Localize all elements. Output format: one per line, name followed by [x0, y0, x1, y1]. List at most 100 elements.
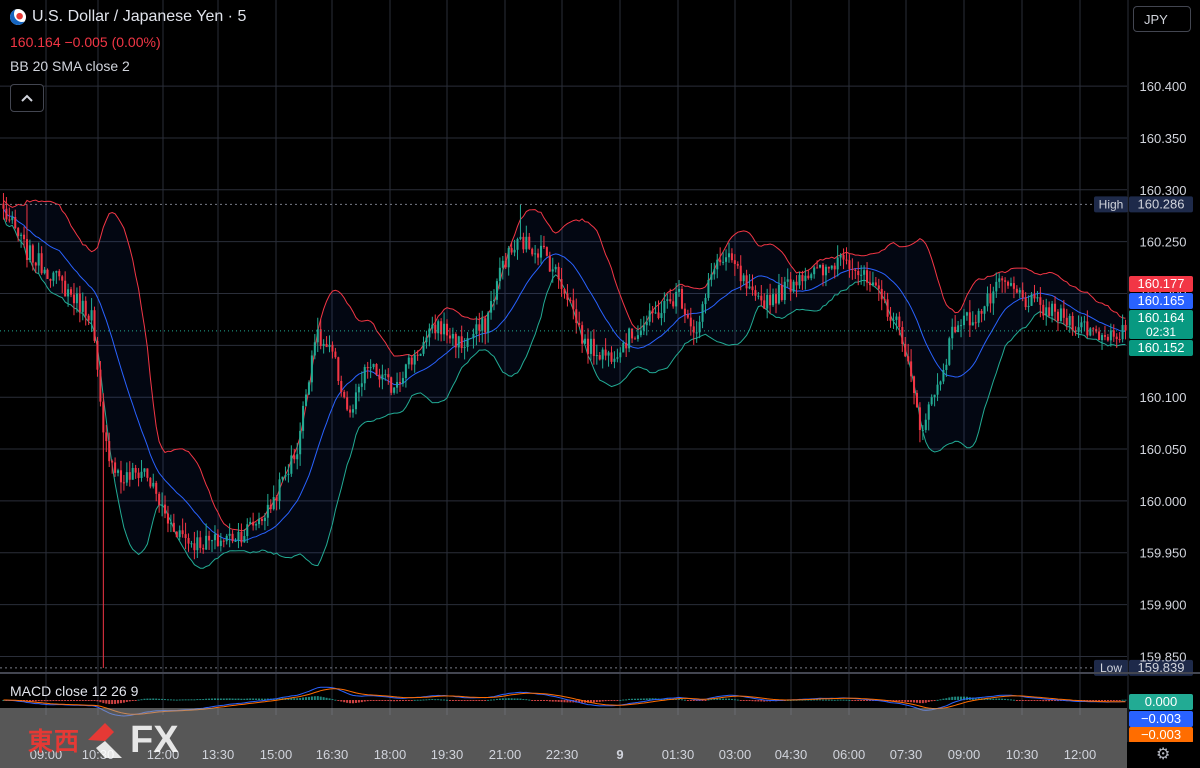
candle-body [625, 342, 628, 349]
candle-body [1004, 280, 1007, 282]
candle-body [792, 281, 795, 292]
macd-histogram-bar [93, 700, 96, 701]
collapse-legend-button[interactable] [10, 84, 44, 112]
x-tick-label: 16:30 [316, 747, 349, 762]
macd-histogram-bar [595, 700, 598, 703]
macd-histogram-bar [61, 700, 64, 701]
symbol-title[interactable]: U.S. Dollar / Japanese Yen · 5 [10, 8, 246, 26]
candle-body [1007, 281, 1010, 286]
macd-histogram-bar [519, 698, 522, 700]
macd-histogram-bar [72, 700, 75, 701]
candle-body [93, 310, 96, 341]
macd-histogram-bar [739, 700, 742, 701]
candle-body [413, 354, 416, 365]
macd-histogram-bar [161, 698, 164, 700]
macd-histogram-bar [67, 700, 70, 701]
macd-histogram-bar [155, 698, 158, 700]
candle-body [757, 295, 760, 297]
candle-body [349, 409, 352, 413]
candle-body [531, 248, 534, 255]
y-tick-label: 159.900 [1140, 598, 1187, 613]
macd-histogram-bar [475, 700, 478, 701]
candle-body [249, 521, 252, 525]
macd-histogram-bar [628, 698, 631, 700]
macd-axis-marker-value: 0.000 [1145, 694, 1178, 709]
macd-histogram-bar [108, 700, 111, 705]
macd-histogram-bar [910, 700, 913, 703]
candle-body [933, 394, 936, 398]
candle-body [8, 219, 11, 221]
macd-histogram-bar [122, 700, 125, 703]
candle-body [404, 364, 407, 379]
candle-body [208, 535, 211, 541]
macd-histogram-bar [478, 700, 481, 701]
macd-histogram-bar [1001, 698, 1004, 700]
candle-body [816, 267, 819, 269]
macd-histogram-bar [125, 700, 128, 702]
macd-histogram-bar [246, 698, 249, 700]
macd-histogram-bar [404, 700, 407, 701]
candle-body [589, 338, 592, 354]
macd-histogram-bar [152, 698, 155, 700]
macd-histogram-bar [924, 700, 927, 703]
macd-histogram-bar [210, 698, 214, 700]
macd-histogram-bar [1030, 700, 1033, 701]
candle-body [904, 343, 907, 357]
usd-jpy-flag-icon [10, 9, 26, 25]
candle-body [1086, 321, 1089, 336]
candle-body [977, 310, 980, 323]
x-tick-label: 09:00 [948, 747, 981, 762]
candle-body [460, 336, 463, 349]
candle-body [425, 337, 428, 343]
macd-histogram-bar [75, 700, 78, 701]
macd-histogram-bar [343, 700, 346, 703]
candle-body [1001, 278, 1004, 281]
candle-body [419, 353, 422, 356]
macd-histogram-bar [757, 700, 760, 702]
macd-histogram-bar [689, 700, 692, 701]
currency-selector[interactable]: JPY [1133, 6, 1191, 32]
gear-icon[interactable]: ⚙ [1156, 744, 1170, 764]
candle-body [445, 323, 449, 336]
candle-body [760, 295, 763, 301]
candle-body [266, 504, 269, 518]
candle-body [225, 535, 228, 542]
candle-body [965, 312, 968, 316]
candle-body [927, 404, 930, 420]
macd-histogram-bar [398, 700, 402, 702]
candle-body [290, 455, 293, 474]
candle-body [475, 324, 478, 334]
macd-histogram-bar [604, 700, 607, 702]
candle-body [58, 271, 61, 277]
candle-body [730, 253, 733, 261]
macd-histogram-bar [460, 700, 463, 701]
candle-body [821, 264, 825, 276]
macd-histogram-bar [748, 700, 751, 701]
candle-body [907, 356, 910, 362]
candle-body [918, 407, 921, 431]
candle-body [240, 531, 243, 543]
macd-legend[interactable]: MACD close 12 26 9 [10, 683, 138, 699]
candle-body [278, 479, 281, 501]
candle-body [437, 321, 440, 334]
candle-body [675, 291, 678, 307]
price-chart[interactable]: High 160.286Low 159.839160.400160.350160.3… [0, 0, 1200, 768]
candle-body [310, 355, 313, 383]
indicator-legend[interactable]: BB 20 SMA close 2 [10, 58, 130, 74]
candle-body [354, 392, 357, 410]
candle-body [393, 387, 396, 393]
y-tick-label: 160.050 [1140, 442, 1187, 457]
candle-body [293, 455, 296, 460]
macd-histogram-bar [645, 698, 648, 700]
candle-body [1077, 327, 1080, 332]
candle-body [680, 288, 684, 309]
candle-body [75, 293, 78, 304]
macd-histogram-bar [437, 699, 440, 701]
candle-body [234, 540, 237, 542]
candle-body [472, 333, 475, 339]
macd-histogram-bar [64, 700, 67, 701]
candle-body [663, 300, 666, 314]
macd-histogram-bar [848, 699, 851, 701]
candle-body [569, 299, 572, 301]
candle-body [507, 248, 510, 268]
